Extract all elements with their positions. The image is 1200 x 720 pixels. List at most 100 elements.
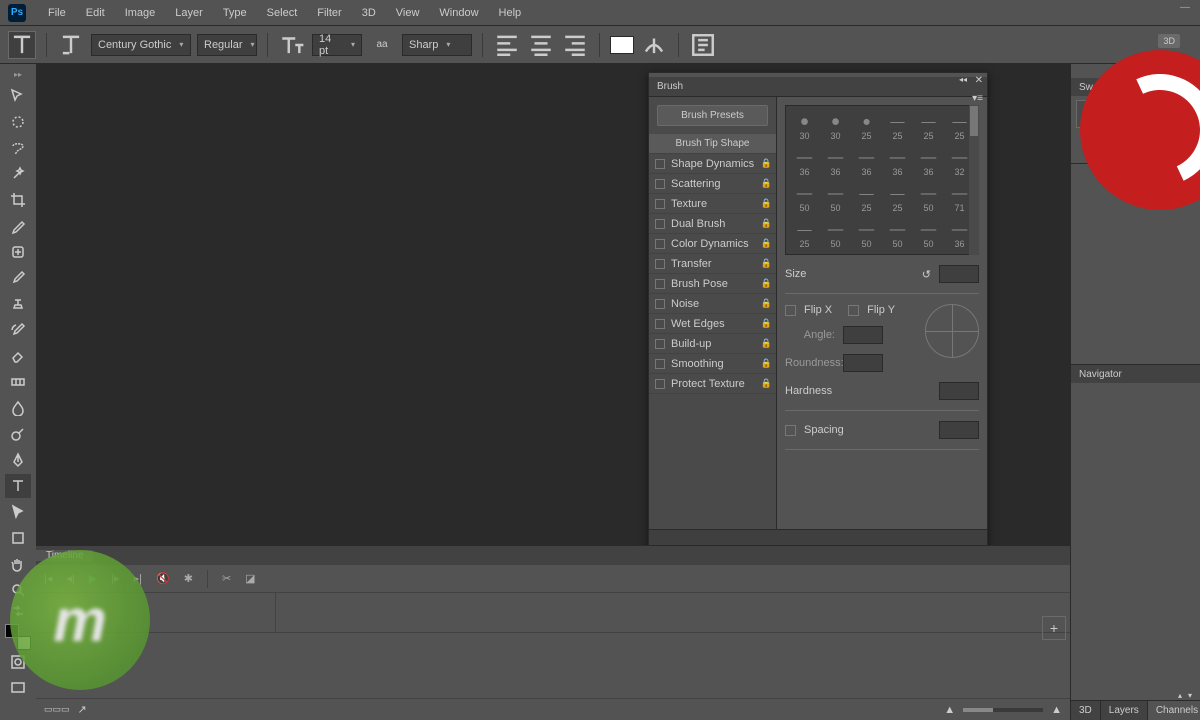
brush-preset[interactable]: —36 — [790, 146, 819, 180]
brush-preset[interactable]: —50 — [883, 218, 912, 252]
3d-mode-badge[interactable]: 3D — [1158, 34, 1180, 48]
brush-panel-tab[interactable]: Brush — [649, 77, 987, 97]
minimize-button[interactable]: — — [1180, 2, 1194, 16]
brush-opt-transfer[interactable]: Transfer🔒 — [649, 254, 776, 274]
flip-y-checkbox[interactable] — [848, 305, 859, 316]
brush-preset[interactable]: —50 — [821, 218, 850, 252]
dodge-tool[interactable] — [5, 422, 31, 446]
brush-preset[interactable]: —36 — [821, 146, 850, 180]
flip-x-checkbox[interactable] — [785, 305, 796, 316]
frame-mode-icon[interactable]: ▭▭▭ — [44, 704, 70, 715]
lock-icon[interactable]: 🔒 — [761, 238, 772, 249]
menu-filter[interactable]: Filter — [307, 3, 351, 23]
tab-3d[interactable]: 3D — [1071, 701, 1101, 720]
zoom-slider[interactable] — [963, 708, 1043, 712]
screen-mode-button[interactable] — [5, 676, 31, 700]
brush-presets-button[interactable]: Brush Presets — [657, 105, 768, 126]
magic-wand-tool[interactable] — [5, 162, 31, 186]
brush-preset[interactable]: —36 — [914, 146, 943, 180]
menu-type[interactable]: Type — [213, 3, 257, 23]
panel-collapse-icon[interactable]: ◂◂ — [959, 75, 967, 84]
brush-preset[interactable]: —50 — [914, 182, 943, 216]
path-selection-tool[interactable] — [5, 500, 31, 524]
zoom-out-icon[interactable]: ▲ — [944, 704, 955, 716]
spacing-input[interactable] — [939, 421, 979, 439]
lock-icon[interactable]: 🔒 — [761, 218, 772, 229]
align-left-button[interactable] — [493, 31, 521, 59]
brush-preset[interactable]: —25 — [883, 182, 912, 216]
brush-tool[interactable] — [5, 266, 31, 290]
brush-preset[interactable]: —25 — [883, 110, 912, 144]
menu-layer[interactable]: Layer — [165, 3, 213, 23]
menu-3d[interactable]: 3D — [352, 3, 386, 23]
menu-edit[interactable]: Edit — [76, 3, 115, 23]
angle-input[interactable] — [843, 326, 883, 344]
hardness-input[interactable] — [939, 382, 979, 400]
brush-opt-build-up[interactable]: Build-up🔒 — [649, 334, 776, 354]
type-tool[interactable] — [5, 474, 31, 498]
brush-preset[interactable]: —25 — [852, 182, 881, 216]
brush-preset[interactable]: —50 — [790, 182, 819, 216]
timeline-track[interactable] — [36, 593, 1070, 633]
lock-icon[interactable]: 🔒 — [761, 318, 772, 329]
lock-icon[interactable]: 🔒 — [761, 158, 772, 169]
lock-icon[interactable]: 🔒 — [761, 198, 772, 209]
lock-icon[interactable]: 🔒 — [761, 258, 772, 269]
lock-icon[interactable]: 🔒 — [761, 278, 772, 289]
roundness-input[interactable] — [843, 354, 883, 372]
shape-tool[interactable] — [5, 526, 31, 550]
tab-layers[interactable]: Layers — [1101, 701, 1148, 720]
move-tool[interactable] — [5, 84, 31, 108]
brush-preset[interactable]: —36 — [852, 146, 881, 180]
gradient-tool[interactable] — [5, 370, 31, 394]
brush-presets-grid[interactable]: ●30●30●25—25—25—25—36—36—36—36—36—32—50—… — [785, 105, 979, 255]
brush-preset[interactable]: —25 — [790, 218, 819, 252]
brush-opt-dual-brush[interactable]: Dual Brush🔒 — [649, 214, 776, 234]
eyedropper-tool[interactable] — [5, 214, 31, 238]
clone-stamp-tool[interactable] — [5, 292, 31, 316]
menu-file[interactable]: File — [38, 3, 76, 23]
transition-icon[interactable]: ◪ — [245, 572, 255, 585]
menu-view[interactable]: View — [386, 3, 430, 23]
scrollbar[interactable] — [969, 105, 979, 255]
lock-icon[interactable]: 🔒 — [761, 378, 772, 389]
text-orientation-button[interactable] — [57, 31, 85, 59]
marquee-tool[interactable] — [5, 110, 31, 134]
navigator-tab[interactable]: Navigator — [1071, 365, 1200, 383]
reset-size-icon[interactable]: ↺ — [922, 268, 931, 281]
font-size-dropdown[interactable]: 14 pt — [312, 34, 362, 56]
tab-channels[interactable]: Channels — [1148, 701, 1200, 720]
align-center-button[interactable] — [527, 31, 555, 59]
split-clip[interactable]: ✂ — [222, 572, 231, 585]
brush-preset[interactable]: ●30 — [821, 110, 850, 144]
brush-opt-wet-edges[interactable]: Wet Edges🔒 — [649, 314, 776, 334]
font-weight-dropdown[interactable]: Regular — [197, 34, 257, 56]
collapse-down-icon[interactable]: ▾ — [1188, 691, 1192, 700]
menu-select[interactable]: Select — [257, 3, 308, 23]
anti-alias-dropdown[interactable]: Sharp — [402, 34, 472, 56]
brush-preset[interactable]: ●25 — [852, 110, 881, 144]
brush-opt-smoothing[interactable]: Smoothing🔒 — [649, 354, 776, 374]
type-tool-indicator[interactable] — [8, 31, 36, 59]
crop-tool[interactable] — [5, 188, 31, 212]
menu-help[interactable]: Help — [489, 3, 532, 23]
brush-tip-shape[interactable]: Brush Tip Shape — [649, 134, 776, 154]
eraser-tool[interactable] — [5, 344, 31, 368]
history-brush-tool[interactable] — [5, 318, 31, 342]
collapse-up-icon[interactable]: ▴ — [1178, 691, 1182, 700]
brush-preset[interactable]: ●30 — [790, 110, 819, 144]
brush-opt-protect-texture[interactable]: Protect Texture🔒 — [649, 374, 776, 394]
menu-image[interactable]: Image — [115, 3, 166, 23]
font-family-dropdown[interactable]: Century Gothic — [91, 34, 191, 56]
panel-close-icon[interactable]: ✕ — [975, 75, 983, 86]
healing-brush-tool[interactable] — [5, 240, 31, 264]
lock-icon[interactable]: 🔒 — [761, 298, 772, 309]
render-icon[interactable]: ↗ — [78, 703, 87, 716]
brush-preset[interactable]: —25 — [914, 110, 943, 144]
brush-preset[interactable]: —50 — [914, 218, 943, 252]
brush-preset[interactable]: —50 — [852, 218, 881, 252]
angle-control[interactable] — [925, 304, 979, 358]
brush-opt-color-dynamics[interactable]: Color Dynamics🔒 — [649, 234, 776, 254]
zoom-in-icon[interactable]: ▲ — [1051, 704, 1062, 716]
lasso-tool[interactable] — [5, 136, 31, 160]
